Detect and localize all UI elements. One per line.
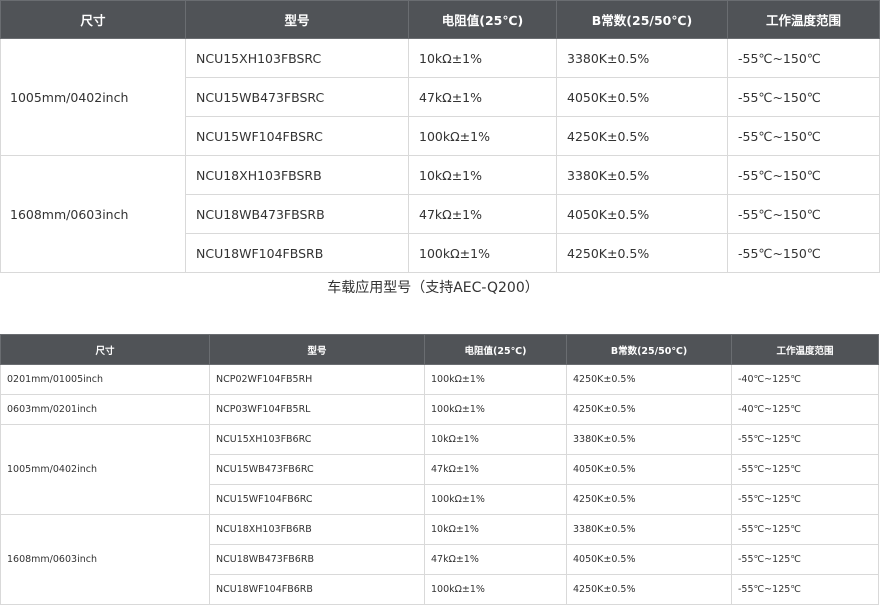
header-size: 尺寸 bbox=[0, 0, 186, 39]
resistance-cell: 100kΩ±1% bbox=[424, 364, 567, 395]
size-cell: 1005mm/0402inch bbox=[0, 38, 186, 156]
b-constant-cell: 4250K±0.5% bbox=[566, 484, 732, 515]
size-cell: 1608mm/0603inch bbox=[0, 155, 186, 273]
temp-range-cell: -55℃~125℃ bbox=[731, 454, 879, 485]
temp-range-cell: -55℃~150℃ bbox=[727, 233, 880, 273]
temp-range-cell: -40℃~125℃ bbox=[731, 364, 879, 395]
resistance-cell: 10kΩ±1% bbox=[424, 514, 567, 545]
header-temp-range: 工作温度范围 bbox=[727, 0, 880, 39]
model-cell: NCU15XH103FBSRC bbox=[185, 38, 409, 78]
resistance-cell: 10kΩ±1% bbox=[408, 155, 557, 195]
model-cell: NCU15XH103FB6RC bbox=[209, 424, 425, 455]
table-body: 1005mm/0402inch NCU15XH103FBSRC 10kΩ±1% 338… bbox=[0, 38, 880, 273]
resistance-cell: 47kΩ±1% bbox=[424, 454, 567, 485]
size-cell: 0603mm/0201inch bbox=[0, 394, 210, 425]
b-constant-cell: 3380K±0.5% bbox=[566, 514, 732, 545]
thermistor-table: 尺寸 型号 电阻值(25℃) B常数(25/50℃) 工作温度范围 0201mm… bbox=[0, 334, 879, 605]
model-cell: NCU15WB473FB6RC bbox=[209, 454, 425, 485]
header-resistance: 电阻值(25℃) bbox=[424, 334, 567, 365]
table-row: 1005mm/0402inch NCU15XH103FBSRC 10kΩ±1% 338… bbox=[0, 38, 880, 156]
resistance-cell: 10kΩ±1% bbox=[424, 424, 567, 455]
model-cell: NCU18WB473FBSRB bbox=[185, 194, 409, 234]
table-row: 1608mm/0603inch NCU18XH103FBSRB 10kΩ±1% 338… bbox=[0, 155, 880, 273]
temp-range-cell: -55℃~125℃ bbox=[731, 424, 879, 455]
b-constant-cell: 4250K±0.5% bbox=[556, 116, 728, 156]
table-row: 1005mm/0402inch NCU15XH103FB6RC 10kΩ±1% 338… bbox=[0, 424, 879, 515]
b-constant-cell: 3380K±0.5% bbox=[556, 38, 728, 78]
temp-range-cell: -55℃~150℃ bbox=[727, 77, 880, 117]
table-row: 1608mm/0603inch NCU18XH103FB6RB 10kΩ±1% 338… bbox=[0, 514, 879, 605]
temp-range-cell: -55℃~125℃ bbox=[731, 544, 879, 575]
resistance-cell: 100kΩ±1% bbox=[408, 233, 557, 273]
b-constant-cell: 4250K±0.5% bbox=[556, 233, 728, 273]
resistance-cell: 47kΩ±1% bbox=[408, 194, 557, 234]
model-cell: NCU18WF104FBSRB bbox=[185, 233, 409, 273]
b-constant-cell: 4250K±0.5% bbox=[566, 574, 732, 605]
b-constant-cell: 4050K±0.5% bbox=[566, 544, 732, 575]
header-temp-range: 工作温度范围 bbox=[731, 334, 879, 365]
resistance-cell: 47kΩ±1% bbox=[408, 77, 557, 117]
b-constant-cell: 4050K±0.5% bbox=[566, 454, 732, 485]
table-caption: 车载应用型号（支持AEC-Q200） bbox=[327, 280, 539, 296]
size-cell: 1005mm/0402inch bbox=[0, 424, 210, 515]
b-constant-cell: 4250K±0.5% bbox=[566, 394, 732, 425]
model-cell: NCU18XH103FB6RB bbox=[209, 514, 425, 545]
b-constant-cell: 4250K±0.5% bbox=[566, 364, 732, 395]
temp-range-cell: -40℃~125℃ bbox=[731, 394, 879, 425]
model-cell: NCU18XH103FBSRB bbox=[185, 155, 409, 195]
table-row: 0603mm/0201inch NCP03WF104FB5RL 100kΩ±1% 42… bbox=[0, 394, 879, 425]
header-b-constant: B常数(25/50℃) bbox=[566, 334, 732, 365]
resistance-cell: 100kΩ±1% bbox=[424, 574, 567, 605]
table-row: 0201mm/01005inch NCP02WF104FB5RH 100kΩ±1% 4… bbox=[0, 364, 879, 395]
model-cell: NCU15WF104FB6RC bbox=[209, 484, 425, 515]
temp-range-cell: -55℃~150℃ bbox=[727, 194, 880, 234]
header-resistance: 电阻值(25℃) bbox=[408, 0, 557, 39]
size-cell: 0201mm/01005inch bbox=[0, 364, 210, 395]
temp-range-cell: -55℃~125℃ bbox=[731, 484, 879, 515]
model-cell: NCU15WB473FBSRC bbox=[185, 77, 409, 117]
b-constant-cell: 4050K±0.5% bbox=[556, 77, 728, 117]
header-size: 尺寸 bbox=[0, 334, 210, 365]
temp-range-cell: -55℃~150℃ bbox=[727, 116, 880, 156]
resistance-cell: 100kΩ±1% bbox=[424, 484, 567, 515]
table-header: 尺寸 型号 电阻值(25℃) B常数(25/50℃) 工作温度范围 bbox=[0, 0, 880, 39]
b-constant-cell: 3380K±0.5% bbox=[556, 155, 728, 195]
temp-range-cell: -55℃~125℃ bbox=[731, 514, 879, 545]
b-constant-cell: 3380K±0.5% bbox=[566, 424, 732, 455]
size-cell: 1608mm/0603inch bbox=[0, 514, 210, 605]
resistance-cell: 47kΩ±1% bbox=[424, 544, 567, 575]
table-header: 尺寸 型号 电阻值(25℃) B常数(25/50℃) 工作温度范围 bbox=[0, 334, 879, 365]
resistance-cell: 100kΩ±1% bbox=[408, 116, 557, 156]
model-cell: NCP02WF104FB5RH bbox=[209, 364, 425, 395]
b-constant-cell: 4050K±0.5% bbox=[556, 194, 728, 234]
temp-range-cell: -55℃~125℃ bbox=[731, 574, 879, 605]
header-b-constant: B常数(25/50℃) bbox=[556, 0, 728, 39]
model-cell: NCU15WF104FBSRC bbox=[185, 116, 409, 156]
resistance-cell: 10kΩ±1% bbox=[408, 38, 557, 78]
header-model: 型号 bbox=[209, 334, 425, 365]
model-cell: NCU18WB473FB6RB bbox=[209, 544, 425, 575]
resistance-cell: 100kΩ±1% bbox=[424, 394, 567, 425]
header-model: 型号 bbox=[185, 0, 409, 39]
temp-range-cell: -55℃~150℃ bbox=[727, 38, 880, 78]
model-cell: NCP03WF104FB5RL bbox=[209, 394, 425, 425]
table-body: 0201mm/01005inch NCP02WF104FB5RH 100kΩ±1% 4… bbox=[0, 364, 879, 605]
temp-range-cell: -55℃~150℃ bbox=[727, 155, 880, 195]
model-cell: NCU18WF104FB6RB bbox=[209, 574, 425, 605]
automotive-thermistor-table: 尺寸 型号 电阻值(25℃) B常数(25/50℃) 工作温度范围 1005mm… bbox=[0, 0, 880, 273]
